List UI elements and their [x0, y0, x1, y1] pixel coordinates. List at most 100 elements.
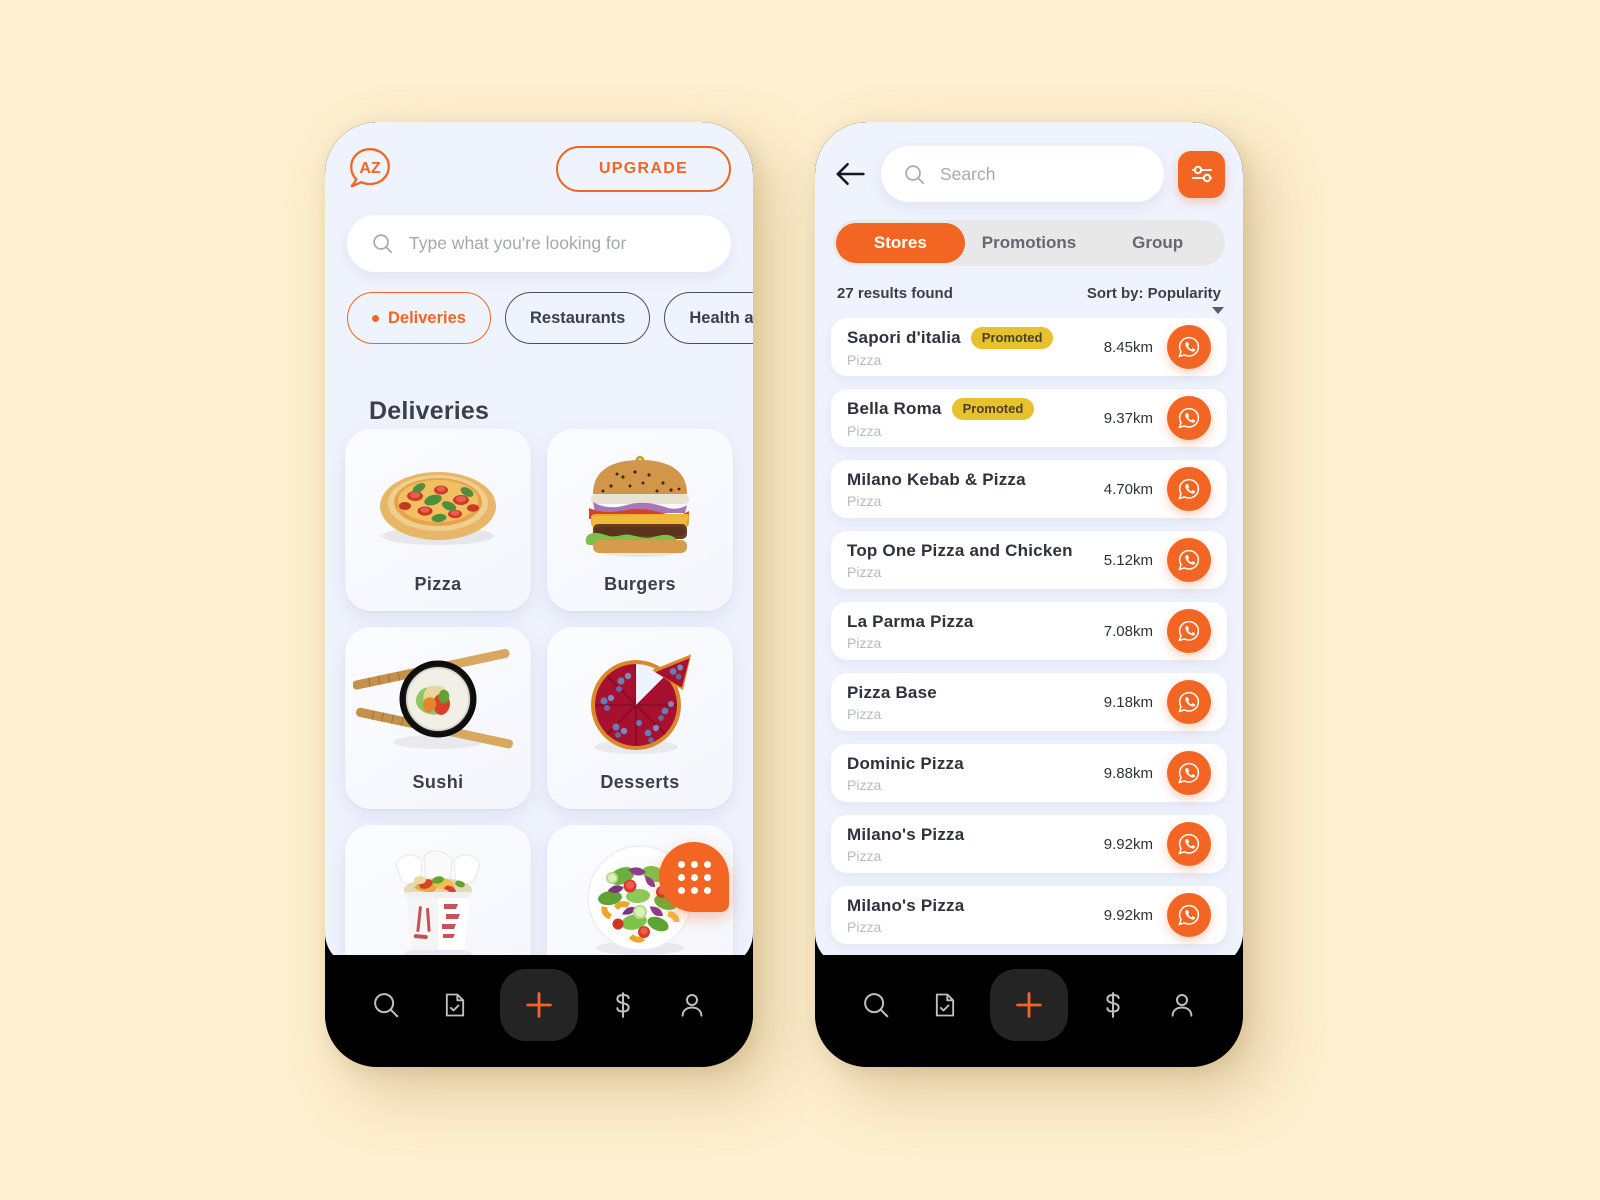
- upgrade-button[interactable]: UPGRADE: [556, 146, 731, 192]
- table-row[interactable]: Milano Kebab & Pizza Pizza 4.70km: [831, 460, 1227, 518]
- store-category: Pizza: [847, 563, 882, 580]
- chevron-down-icon[interactable]: [1212, 307, 1224, 314]
- sort-by-selector[interactable]: Sort by: Popularity: [1087, 285, 1221, 302]
- result-type-tabs: Stores Promotions Group: [833, 220, 1225, 266]
- contact-whatsapp-button[interactable]: [1167, 822, 1211, 866]
- contact-whatsapp-button[interactable]: [1167, 325, 1211, 369]
- nav-profile-button[interactable]: [668, 981, 716, 1029]
- right-bottom-nav: [815, 955, 1243, 1067]
- nav-orders-button[interactable]: [921, 981, 969, 1029]
- filter-button[interactable]: [1178, 150, 1225, 198]
- left-screen: AZ UPGRADE Type what you're looking for: [325, 122, 753, 967]
- category-card-chinese[interactable]: Chinese: [345, 825, 531, 967]
- store-distance: 9.37km: [1103, 409, 1153, 427]
- sushi-image: [345, 641, 531, 763]
- table-row[interactable]: Bella Roma Promoted Pizza 9.37km: [831, 389, 1227, 447]
- category-card-pizza[interactable]: Pizza: [345, 429, 531, 611]
- table-row[interactable]: Milano's Pizza Pizza 9.92km: [831, 886, 1227, 944]
- store-name: Milano's Pizza: [847, 824, 965, 844]
- contact-whatsapp-button[interactable]: [1167, 680, 1211, 724]
- whatsapp-icon: [1178, 762, 1200, 784]
- search-icon: [863, 993, 888, 1018]
- store-category: Pizza: [847, 705, 882, 722]
- table-row[interactable]: Pizza Base Pizza 9.18km: [831, 673, 1227, 731]
- contact-whatsapp-button[interactable]: [1167, 751, 1211, 795]
- table-row[interactable]: Sapori d'italia Promoted Pizza 8.45km: [831, 318, 1227, 376]
- table-row[interactable]: Milano's Pizza Pizza 9.92km: [831, 815, 1227, 873]
- document-check-icon: [445, 993, 464, 1017]
- left-bottom-nav: [325, 955, 753, 1067]
- table-row[interactable]: Dominic Pizza Pizza 9.88km: [831, 744, 1227, 802]
- app-logo[interactable]: AZ: [347, 146, 393, 192]
- store-category: Pizza: [847, 492, 882, 509]
- status-badge: Promoted: [951, 397, 1035, 420]
- burger-image: [547, 443, 733, 565]
- store-info: Milano's Pizza Pizza: [847, 896, 1104, 935]
- nav-payments-button[interactable]: [1089, 981, 1137, 1029]
- store-name-line: Top One Pizza and Chicken: [847, 541, 1104, 561]
- category-card-sushi[interactable]: Sushi: [345, 627, 531, 809]
- status-badge: Promoted: [970, 326, 1054, 349]
- arrow-left-icon: [836, 163, 865, 185]
- table-row[interactable]: La Parma Pizza Pizza 7.08km: [831, 602, 1227, 660]
- chip-deliveries[interactable]: Deliveries: [347, 292, 491, 344]
- store-name-line: La Parma Pizza: [847, 612, 1104, 632]
- store-distance: 9.92km: [1103, 906, 1153, 924]
- dollar-icon: [1106, 992, 1120, 1018]
- right-top-row: Search: [833, 146, 1225, 202]
- store-name-line: Pizza Base: [847, 683, 1104, 703]
- apps-grid-fab[interactable]: [659, 842, 729, 912]
- nav-payments-button[interactable]: [599, 981, 647, 1029]
- person-icon: [1171, 994, 1193, 1017]
- nav-add-button[interactable]: [499, 969, 578, 1041]
- chip-health-and-beauty[interactable]: Health and Beauty: [664, 292, 753, 344]
- chip-restaurants[interactable]: Restaurants: [504, 292, 651, 344]
- nav-add-button[interactable]: [989, 969, 1068, 1041]
- nav-profile-button[interactable]: [1158, 981, 1206, 1029]
- page-title: Deliveries: [369, 397, 490, 425]
- store-name: Dominic Pizza: [847, 753, 964, 773]
- sliders-icon: [1191, 165, 1212, 183]
- store-info: Milano Kebab & Pizza Pizza: [847, 470, 1104, 509]
- nav-search-button[interactable]: [852, 981, 900, 1029]
- store-info: Top One Pizza and Chicken Pizza: [847, 541, 1104, 580]
- grid-dots-icon: [677, 860, 711, 894]
- nav-orders-button[interactable]: [431, 981, 479, 1029]
- tab-group[interactable]: Group: [1093, 223, 1222, 263]
- store-name: Milano Kebab & Pizza: [847, 469, 1026, 489]
- store-info: Sapori d'italia Promoted Pizza: [847, 326, 1104, 368]
- tab-stores[interactable]: Stores: [836, 223, 965, 263]
- tab-promotions[interactable]: Promotions: [965, 223, 1094, 263]
- store-category: Pizza: [847, 634, 882, 651]
- store-name: Milano's Pizza: [847, 895, 965, 915]
- left-header: AZ UPGRADE Type what you're looking for: [325, 122, 753, 345]
- contact-whatsapp-button[interactable]: [1167, 467, 1211, 511]
- back-button[interactable]: [833, 157, 867, 191]
- dessert-image: [547, 641, 733, 763]
- store-name: Bella Roma: [847, 398, 942, 418]
- contact-whatsapp-button[interactable]: [1167, 893, 1211, 937]
- left-search-bar[interactable]: Type what you're looking for: [347, 215, 731, 272]
- contact-whatsapp-button[interactable]: [1167, 609, 1211, 653]
- store-name-line: Milano Kebab & Pizza: [847, 470, 1104, 490]
- nav-search-button[interactable]: [362, 981, 410, 1029]
- category-card-desserts[interactable]: Desserts: [547, 627, 733, 809]
- document-check-icon: [935, 993, 954, 1017]
- whatsapp-icon: [1178, 691, 1200, 713]
- whatsapp-icon: [1178, 478, 1200, 500]
- whatsapp-icon: [1178, 620, 1200, 642]
- results-count: 27 results found: [837, 285, 953, 302]
- contact-whatsapp-button[interactable]: [1167, 538, 1211, 582]
- right-header: Search Stores Promotions Group 27 result…: [815, 122, 1243, 314]
- plus-icon: [526, 992, 552, 1018]
- category-card-burgers[interactable]: Burgers: [547, 429, 733, 611]
- category-filter-chips: Deliveries Restaurants Health and Beauty: [347, 291, 753, 345]
- contact-whatsapp-button[interactable]: [1167, 396, 1211, 440]
- whatsapp-icon: [1178, 833, 1200, 855]
- store-category: Pizza: [847, 918, 882, 935]
- right-search-bar[interactable]: Search: [881, 146, 1164, 202]
- search-icon: [373, 234, 392, 253]
- table-row[interactable]: Top One Pizza and Chicken Pizza 5.12km: [831, 531, 1227, 589]
- store-results-list[interactable]: Sapori d'italia Promoted Pizza 8.45km Be…: [815, 318, 1243, 967]
- store-info: Milano's Pizza Pizza: [847, 825, 1104, 864]
